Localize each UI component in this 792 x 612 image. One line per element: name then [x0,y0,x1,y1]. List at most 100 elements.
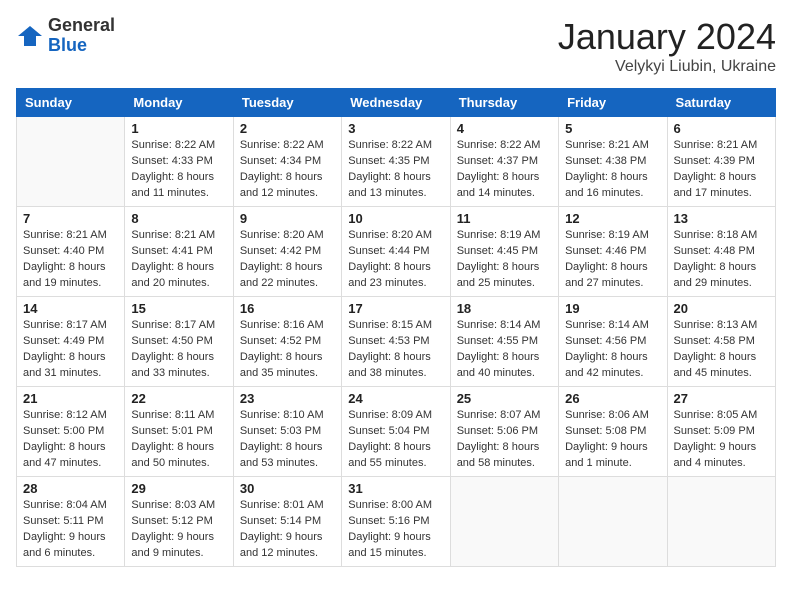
calendar-table: SundayMondayTuesdayWednesdayThursdayFrid… [16,88,776,567]
day-info: Sunrise: 8:21 AM Sunset: 4:38 PM Dayligh… [565,138,660,202]
calendar-cell: 14 Sunrise: 8:17 AM Sunset: 4:49 PM Dayli… [17,297,125,387]
day-number: 27 [674,391,769,406]
day-info: Sunrise: 8:00 AM Sunset: 5:16 PM Dayligh… [348,498,443,562]
day-number: 25 [457,391,552,406]
day-number: 22 [131,391,226,406]
day-number: 1 [131,121,226,136]
day-number: 6 [674,121,769,136]
day-info: Sunrise: 8:12 AM Sunset: 5:00 PM Dayligh… [23,408,118,472]
weekday-header-row: SundayMondayTuesdayWednesdayThursdayFrid… [17,89,776,117]
day-number: 20 [674,301,769,316]
calendar-cell: 3Sunrise: 8:22 AM Sunset: 4:35 PM Daylig… [342,117,450,207]
calendar-cell: 16Sunrise: 8:16 AM Sunset: 4:52 PM Dayli… [233,297,341,387]
day-info: Sunrise: 8:21 AM Sunset: 4:39 PM Dayligh… [674,138,769,202]
weekday-header-monday: Monday [125,89,233,117]
calendar-cell: 13 Sunrise: 8:18 AM Sunset: 4:48 PM Dayli… [667,207,775,297]
weekday-header-wednesday: Wednesday [342,89,450,117]
day-number: 7 [23,211,118,226]
logo-icon [16,22,44,50]
day-info: Sunrise: 8:16 AM Sunset: 4:52 PM Dayligh… [240,318,335,382]
calendar-cell: 28 Sunrise: 8:04 AM Sunset: 5:11 PM Dayli… [17,477,125,567]
weekday-header-friday: Friday [559,89,667,117]
logo-text: General Blue [48,16,115,56]
day-number: 13 [674,211,769,226]
day-info: Sunrise: 8:21 AM Sunset: 4:41 PM Dayligh… [131,228,226,292]
logo-blue: Blue [48,35,87,55]
day-info: Sunrise: 8:15 AM Sunset: 4:53 PM Dayligh… [348,318,443,382]
day-info: Sunrise: 8:17 AM Sunset: 4:49 PM Dayligh… [23,318,118,382]
day-number: 17 [348,301,443,316]
day-number: 31 [348,481,443,496]
day-number: 23 [240,391,335,406]
calendar-cell: 4Sunrise: 8:22 AM Sunset: 4:37 PM Daylig… [450,117,558,207]
day-info: Sunrise: 8:22 AM Sunset: 4:37 PM Dayligh… [457,138,552,202]
day-info: Sunrise: 8:17 AM Sunset: 4:50 PM Dayligh… [131,318,226,382]
calendar-cell: 19Sunrise: 8:14 AM Sunset: 4:56 PM Dayli… [559,297,667,387]
calendar-cell: 6 Sunrise: 8:21 AM Sunset: 4:39 PM Daylig… [667,117,775,207]
day-number: 11 [457,211,552,226]
day-number: 3 [348,121,443,136]
calendar-cell: 1 Sunrise: 8:22 AM Sunset: 4:33 PM Daylig… [125,117,233,207]
day-number: 10 [348,211,443,226]
day-number: 29 [131,481,226,496]
day-info: Sunrise: 8:09 AM Sunset: 5:04 PM Dayligh… [348,408,443,472]
calendar-cell: 24Sunrise: 8:09 AM Sunset: 5:04 PM Dayli… [342,387,450,477]
calendar-cell: 26 Sunrise: 8:06 AM Sunset: 5:08 PM Dayli… [559,387,667,477]
calendar-cell: 25 Sunrise: 8:07 AM Sunset: 5:06 PM Dayli… [450,387,558,477]
day-number: 14 [23,301,118,316]
day-number: 5 [565,121,660,136]
calendar-cell: 11Sunrise: 8:19 AM Sunset: 4:45 PM Dayli… [450,207,558,297]
calendar-cell: 15 Sunrise: 8:17 AM Sunset: 4:50 PM Dayli… [125,297,233,387]
day-number: 15 [131,301,226,316]
calendar-cell: 30 Sunrise: 8:01 AM Sunset: 5:14 PM Dayli… [233,477,341,567]
calendar-cell: 31 Sunrise: 8:00 AM Sunset: 5:16 PM Dayli… [342,477,450,567]
calendar-cell: 10 Sunrise: 8:20 AM Sunset: 4:44 PM Dayli… [342,207,450,297]
day-info: Sunrise: 8:19 AM Sunset: 4:46 PM Dayligh… [565,228,660,292]
day-info: Sunrise: 8:20 AM Sunset: 4:42 PM Dayligh… [240,228,335,292]
day-number: 8 [131,211,226,226]
calendar-cell: 27Sunrise: 8:05 AM Sunset: 5:09 PM Dayli… [667,387,775,477]
day-number: 2 [240,121,335,136]
weekday-header-tuesday: Tuesday [233,89,341,117]
calendar-cell: 22 Sunrise: 8:11 AM Sunset: 5:01 PM Dayli… [125,387,233,477]
calendar-cell [667,477,775,567]
calendar-cell: 18 Sunrise: 8:14 AM Sunset: 4:55 PM Dayli… [450,297,558,387]
day-info: Sunrise: 8:11 AM Sunset: 5:01 PM Dayligh… [131,408,226,472]
week-row-5: 28 Sunrise: 8:04 AM Sunset: 5:11 PM Dayli… [17,477,776,567]
calendar-cell: 23 Sunrise: 8:10 AM Sunset: 5:03 PM Dayli… [233,387,341,477]
day-number: 26 [565,391,660,406]
location: Velykyi Liubin, Ukraine [558,58,776,76]
day-info: Sunrise: 8:04 AM Sunset: 5:11 PM Dayligh… [23,498,118,562]
day-number: 30 [240,481,335,496]
day-info: Sunrise: 8:20 AM Sunset: 4:44 PM Dayligh… [348,228,443,292]
logo-general: General [48,15,115,35]
calendar-cell: 12Sunrise: 8:19 AM Sunset: 4:46 PM Dayli… [559,207,667,297]
logo: General Blue [16,16,115,56]
week-row-2: 7 Sunrise: 8:21 AM Sunset: 4:40 PM Daylig… [17,207,776,297]
page-header: General Blue January 2024 Velykyi Liubin… [16,16,776,76]
day-number: 9 [240,211,335,226]
day-info: Sunrise: 8:01 AM Sunset: 5:14 PM Dayligh… [240,498,335,562]
day-info: Sunrise: 8:18 AM Sunset: 4:48 PM Dayligh… [674,228,769,292]
day-info: Sunrise: 8:22 AM Sunset: 4:33 PM Dayligh… [131,138,226,202]
calendar-cell: 29Sunrise: 8:03 AM Sunset: 5:12 PM Dayli… [125,477,233,567]
day-number: 18 [457,301,552,316]
calendar-cell: 2 Sunrise: 8:22 AM Sunset: 4:34 PM Daylig… [233,117,341,207]
day-info: Sunrise: 8:14 AM Sunset: 4:55 PM Dayligh… [457,318,552,382]
day-info: Sunrise: 8:07 AM Sunset: 5:06 PM Dayligh… [457,408,552,472]
calendar-cell: 7 Sunrise: 8:21 AM Sunset: 4:40 PM Daylig… [17,207,125,297]
month-title: January 2024 [558,16,776,58]
calendar-cell: 17 Sunrise: 8:15 AM Sunset: 4:53 PM Dayli… [342,297,450,387]
weekday-header-sunday: Sunday [17,89,125,117]
calendar-cell [559,477,667,567]
calendar-cell [450,477,558,567]
calendar-cell: 8 Sunrise: 8:21 AM Sunset: 4:41 PM Daylig… [125,207,233,297]
day-info: Sunrise: 8:22 AM Sunset: 4:34 PM Dayligh… [240,138,335,202]
day-info: Sunrise: 8:21 AM Sunset: 4:40 PM Dayligh… [23,228,118,292]
day-number: 28 [23,481,118,496]
day-info: Sunrise: 8:10 AM Sunset: 5:03 PM Dayligh… [240,408,335,472]
day-info: Sunrise: 8:06 AM Sunset: 5:08 PM Dayligh… [565,408,660,472]
calendar-cell [17,117,125,207]
week-row-4: 21Sunrise: 8:12 AM Sunset: 5:00 PM Dayli… [17,387,776,477]
weekday-header-thursday: Thursday [450,89,558,117]
